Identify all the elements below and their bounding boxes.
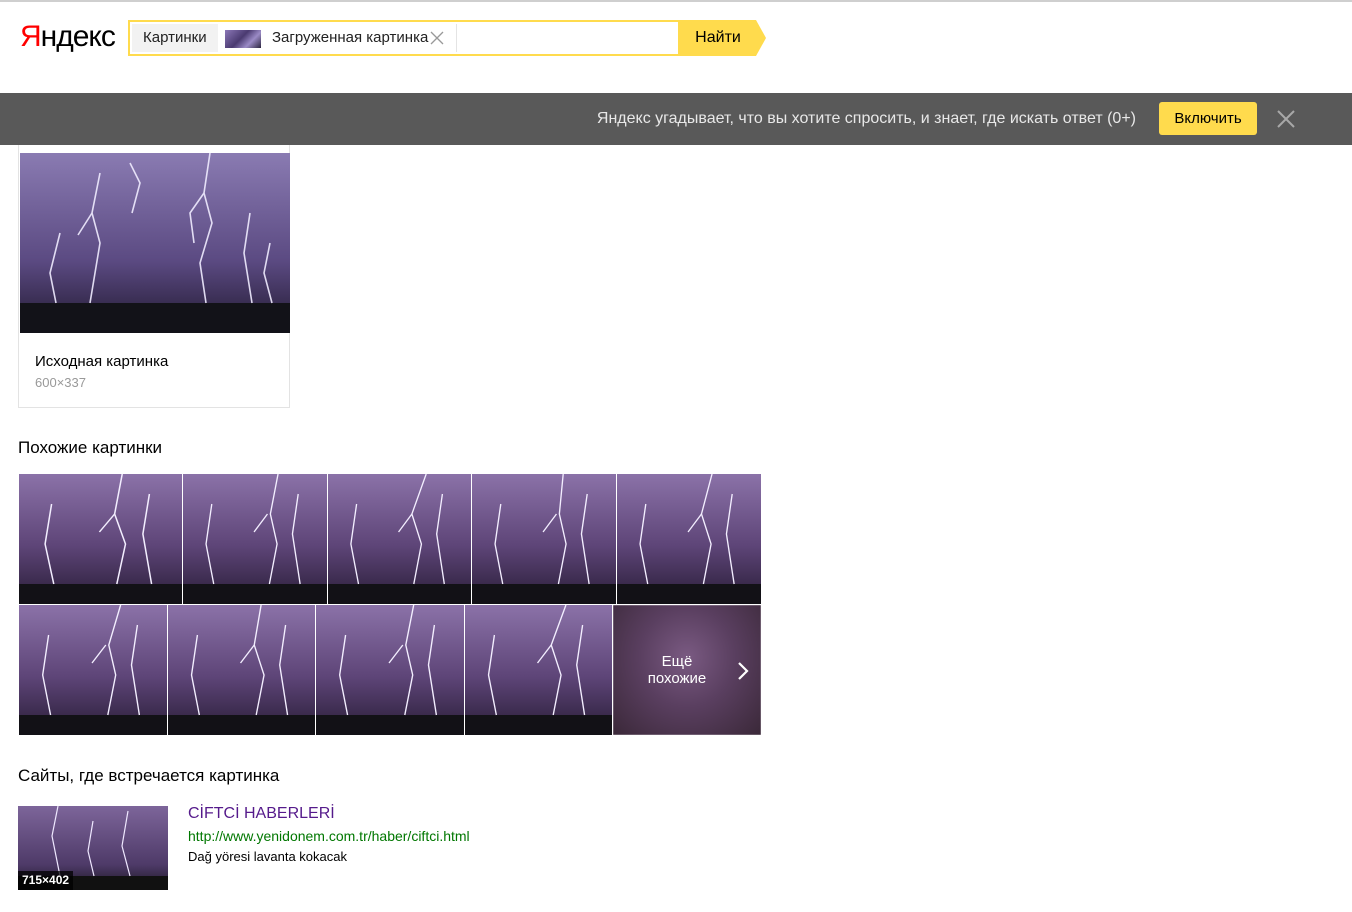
promo-bar: Яндекс угадывает, что вы хотите спросить… [0,93,1352,145]
close-icon[interactable] [430,31,444,45]
similar-image[interactable] [316,605,464,735]
promo-text: Яндекс угадывает, что вы хотите спросить… [596,110,1136,127]
site-url-link[interactable]: http://www.yenidonem.com.tr/haber/ciftci… [188,828,470,844]
uploaded-image-label: Загруженная картинка [272,29,429,46]
site-image-size: 715×402 [18,871,74,890]
similar-image[interactable] [617,474,761,604]
search-input[interactable] [460,24,680,54]
original-image-label: Исходная картинка [35,353,169,370]
similar-image[interactable] [19,474,182,604]
chevron-right-icon [738,662,749,680]
original-image[interactable] [20,152,290,333]
uploaded-image-chip[interactable]: Загруженная картинка [220,24,457,52]
similar-image[interactable] [465,605,612,735]
more-similar-label: Ещё похожие [647,653,707,687]
enable-button[interactable]: Включить [1159,102,1257,135]
search-box: Картинки Загруженная картинка [128,20,680,56]
site-description: Dağ yöresi lavanta kokacak [188,849,347,864]
yandex-logo[interactable]: Яндекс [20,20,116,54]
find-button[interactable]: Найти [680,20,756,56]
window-top-border [0,0,1352,2]
similar-image[interactable] [183,474,327,604]
close-icon[interactable] [1276,109,1296,129]
similar-image[interactable] [19,605,167,735]
logo-rest: ндекс [40,20,116,53]
original-image-card[interactable]: Исходная картинка 600×337 [18,145,290,408]
similar-image[interactable] [472,474,616,604]
logo-first-letter: Я [20,20,42,53]
search-tab-pictures[interactable]: Картинки [132,24,218,52]
similar-images-title: Похожие картинки [18,438,163,457]
find-button-arrow [756,20,766,56]
site-title-link[interactable]: CİFTCİ HABERLERİ [188,805,335,823]
uploaded-image-thumbnail [225,30,261,48]
original-image-size: 600×337 [35,375,86,390]
similar-image[interactable] [328,474,471,604]
sites-section-title: Сайты, где встречается картинка [18,766,280,785]
similar-image[interactable] [168,605,315,735]
